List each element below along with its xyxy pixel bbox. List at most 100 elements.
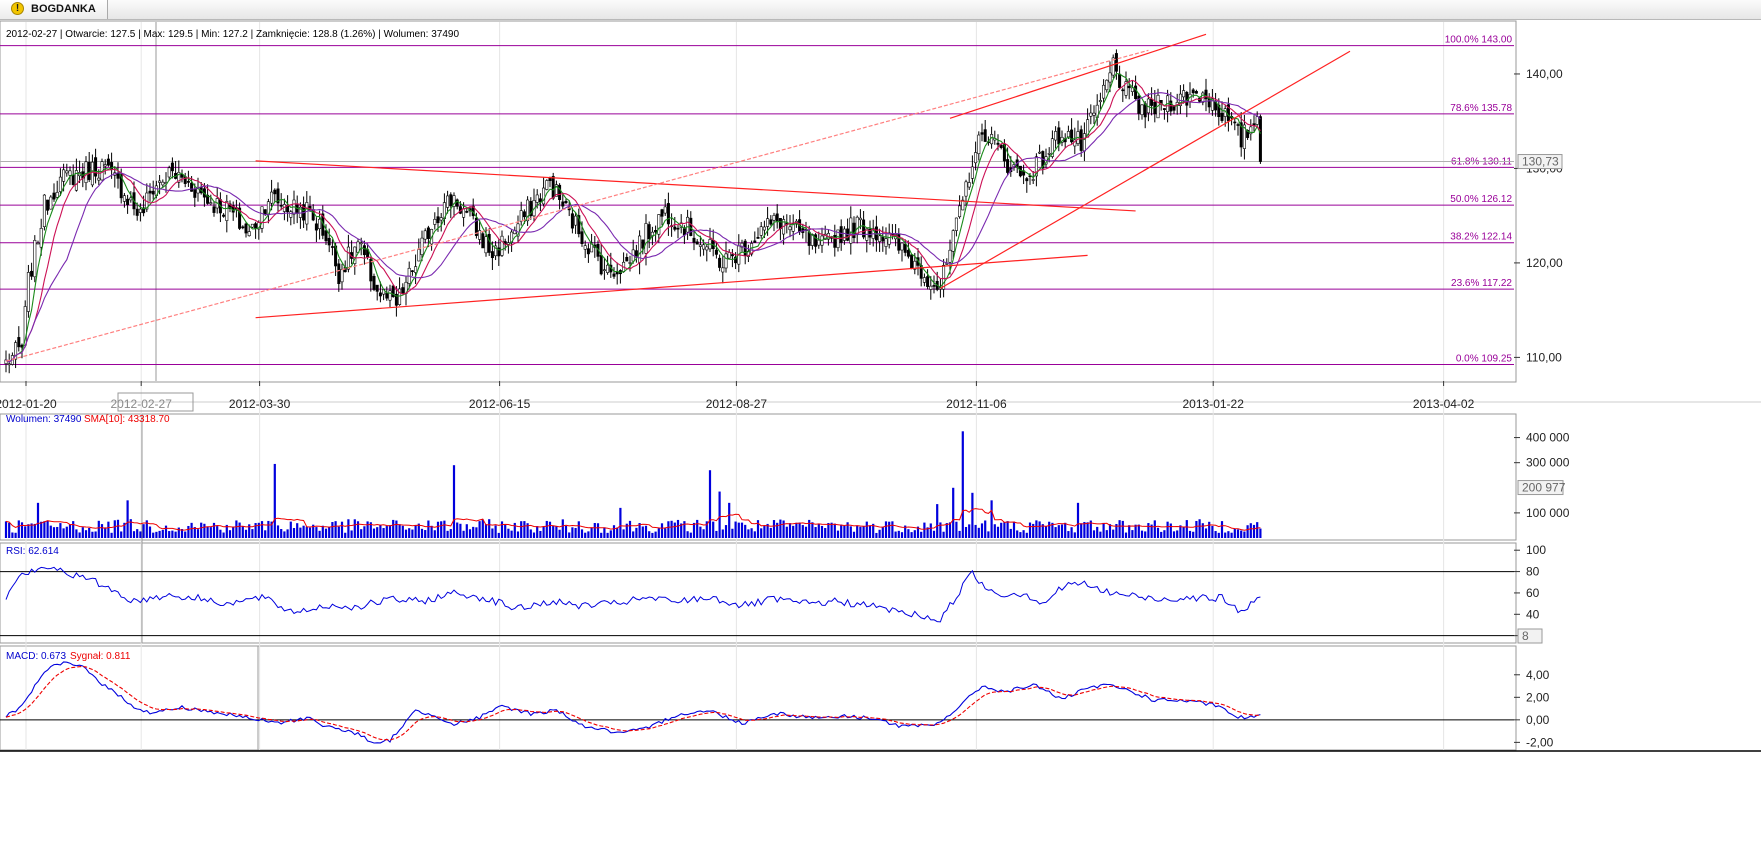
candle-body [1255,116,1259,125]
candle-body [263,209,267,215]
volume-bar [232,526,235,538]
volume-bar [641,526,644,538]
x-tick-label: 2013-01-22 [1183,397,1245,411]
candle-body [839,226,843,243]
volume-bar [734,521,737,538]
volume-bar [382,528,385,538]
volume-bar [190,522,193,538]
candle-body [714,249,718,255]
y-tick-label: 400 000 [1526,431,1570,445]
volume-bar [961,431,964,538]
candle-body [129,197,133,201]
volume-bar [996,526,1000,538]
candle-body [1172,105,1176,111]
volume-bar [1246,525,1249,538]
candle-body [951,230,955,252]
fib-level-label: 50.0% 126.12 [1450,194,1512,205]
candle-body [849,217,853,244]
candle-body [273,189,277,195]
volume-bar [24,526,27,538]
volume-bar [497,532,500,538]
volume-bar [340,521,344,538]
volume-bar [468,529,472,538]
volume-bar [632,531,635,538]
volume-bar [1211,525,1214,538]
candle-body [1127,85,1131,89]
volume-bar [523,521,526,538]
last-volume-label: 200 977 [1522,481,1566,495]
candle-body [193,189,197,198]
volume-bar [952,487,955,538]
volume-bar [984,520,987,538]
candle-body [903,243,907,253]
volume-bar [548,521,552,538]
volume-bar [1153,520,1156,538]
candle-body [612,273,616,277]
candle-body [433,218,437,225]
candle-body [980,132,984,135]
volume-bar [1131,530,1134,538]
volume-bar [1140,530,1144,538]
candle-body [778,218,782,230]
volume-bar [65,526,68,538]
volume-bar [459,523,462,538]
volume-bar [820,525,824,538]
candle-body [26,272,30,312]
candle-body [548,177,552,181]
candle-body [1108,72,1112,83]
volume-bar [1236,529,1240,538]
volume-bar [36,502,40,538]
volume-bar [353,519,356,538]
y-tick-label: 100 000 [1526,506,1570,520]
candle-body [439,217,443,221]
stock-chart[interactable]: 2012-01-20 2012-02-27 2012-03-30 2012-06-15… [0,20,1761,846]
volume-bar [603,527,606,538]
candle-body [71,174,75,185]
y-tick-label: 4,00 [1526,668,1550,682]
candle-body [359,242,363,245]
candle-body [1191,89,1195,94]
volume-bar [987,531,990,538]
volume-bar [856,525,859,538]
candle-body [558,184,562,200]
y-tick-label: 100 [1526,543,1546,557]
candle-body [401,287,405,295]
sma-legend: SMA[10]: 43318.70 [84,414,170,425]
last-price-label: 130,73 [1522,155,1559,169]
candle-body [654,230,658,233]
volume-bar [321,525,324,538]
candle-body [759,226,763,236]
tab-bogdanka[interactable]: ! BOGDANKA [0,0,108,19]
volume-bar [148,526,152,538]
volume-bar [1076,502,1080,538]
volume-bar [219,529,222,538]
volume-bar [1243,531,1246,538]
candle-body [369,258,373,282]
volume-bar [804,526,808,538]
volume-bar [692,522,696,538]
volume-bar [881,526,884,538]
volume-bar [782,520,785,538]
volume-bar [1028,522,1032,538]
volume-bar [910,532,913,538]
volume-bar [142,524,145,538]
volume-bar [1240,530,1243,538]
candle-body [49,196,53,210]
volume-bar [360,529,363,538]
candle-body [657,214,661,235]
volume-bar [1038,521,1041,538]
volume-bar [481,519,484,538]
volume-bar [334,521,337,538]
volume-bar [222,532,225,538]
candle-body [1204,89,1208,100]
candle-body [295,204,299,214]
candle-body [954,217,958,231]
volume-bar [1124,532,1128,538]
volume-bar [779,519,782,538]
volume-bar [264,530,267,538]
volume-bar [116,519,120,538]
rsi-legend: RSI: 62.614 [6,546,59,557]
macd-panel-frame [0,645,1517,751]
candle-body [647,224,651,240]
y-tick-label: 2,00 [1526,690,1550,704]
